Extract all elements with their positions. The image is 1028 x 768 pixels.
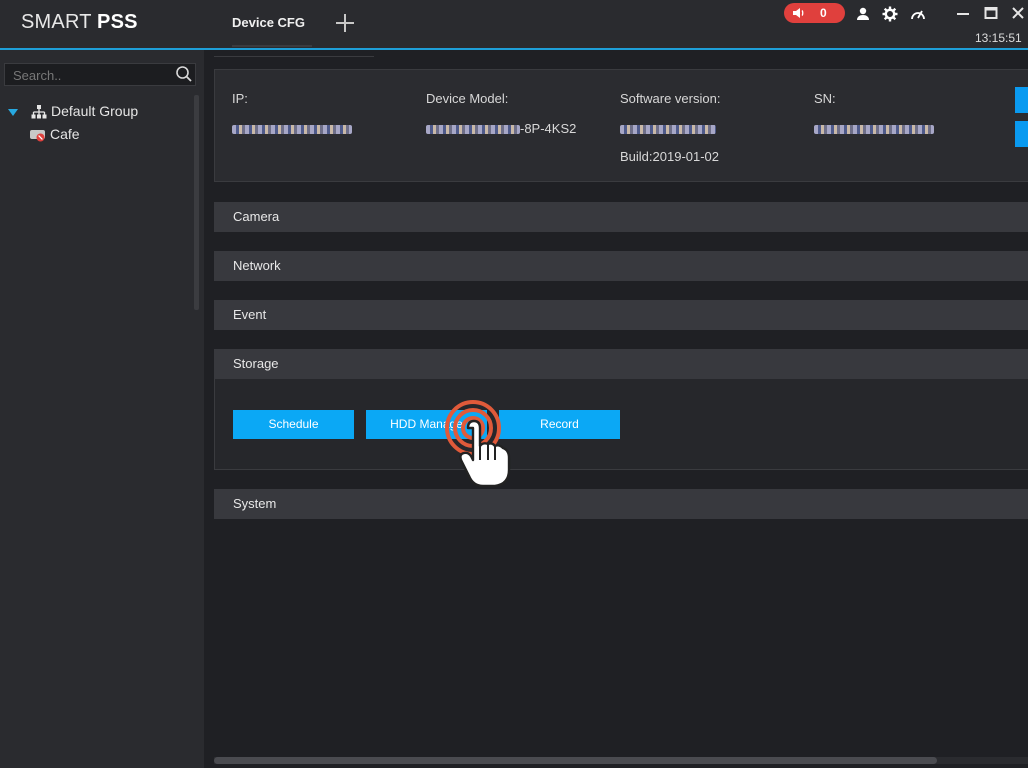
search-box[interactable]	[4, 63, 196, 87]
build-date: Build:2019-01-02	[620, 149, 720, 164]
hand-cursor-icon	[445, 400, 511, 488]
speaker-icon	[793, 8, 804, 18]
tree-device-label: Cafe	[50, 126, 80, 142]
maximize-icon[interactable]	[983, 5, 999, 21]
add-tab-icon[interactable]	[334, 12, 356, 34]
ip-value	[232, 121, 352, 136]
expand-arrow-icon[interactable]	[8, 109, 18, 116]
alarm-badge[interactable]: 0	[784, 3, 845, 23]
tab-label: Device CFG	[232, 15, 305, 30]
alarm-count: 0	[820, 6, 827, 20]
device-action-button-1[interactable]	[1015, 87, 1028, 113]
sn-label: SN:	[814, 91, 836, 106]
ip-label: IP:	[232, 91, 248, 106]
gear-icon[interactable]	[882, 6, 898, 22]
sidebar	[0, 50, 204, 768]
tree-item-default-group[interactable]: Default Group	[8, 103, 188, 121]
close-icon[interactable]	[1010, 5, 1026, 21]
tab-device-cfg[interactable]: Device CFG	[214, 0, 324, 48]
tab-underline	[232, 45, 312, 47]
section-camera[interactable]: Camera	[214, 202, 1028, 232]
device-model-label: Device Model:	[426, 91, 509, 106]
software-version-value	[620, 121, 716, 136]
section-title: System	[233, 496, 277, 511]
content-divider	[214, 56, 374, 57]
app-logo: SMART PSS	[21, 11, 138, 33]
user-icon[interactable]	[855, 6, 871, 22]
section-title: Event	[233, 307, 267, 322]
schedule-button[interactable]: Schedule	[233, 410, 354, 439]
software-version-label: Software version:	[620, 91, 721, 106]
device-info-panel: IP: Device Model: -8P-4KS2 Software vers…	[214, 69, 1028, 182]
section-system[interactable]: System	[214, 489, 1028, 519]
device-model-value: -8P-4KS2	[426, 121, 576, 136]
minimize-icon[interactable]	[955, 5, 971, 21]
section-storage[interactable]: Storage	[214, 349, 1028, 379]
device-action-button-2[interactable]	[1015, 121, 1028, 147]
section-network[interactable]: Network	[214, 251, 1028, 281]
sidebar-scrollbar[interactable]	[194, 95, 199, 310]
section-title: Camera	[233, 209, 280, 224]
search-icon[interactable]	[175, 65, 193, 83]
title-bar: SMART PSS Device CFG 0 13:15:51	[0, 0, 1028, 48]
search-input[interactable]	[11, 64, 165, 87]
section-title: Storage	[233, 356, 279, 371]
clock: 13:15:51	[975, 31, 1022, 45]
org-tree-icon	[31, 105, 47, 119]
tree-item-cafe[interactable]: Cafe	[30, 126, 180, 144]
tree-group-label: Default Group	[51, 103, 139, 119]
sn-value	[814, 121, 934, 136]
gauge-icon[interactable]	[910, 6, 926, 22]
section-title: Network	[233, 258, 281, 273]
section-event[interactable]: Event	[214, 300, 1028, 330]
device-offline-icon	[30, 130, 45, 142]
horizontal-scrollbar-thumb[interactable]	[214, 757, 937, 764]
